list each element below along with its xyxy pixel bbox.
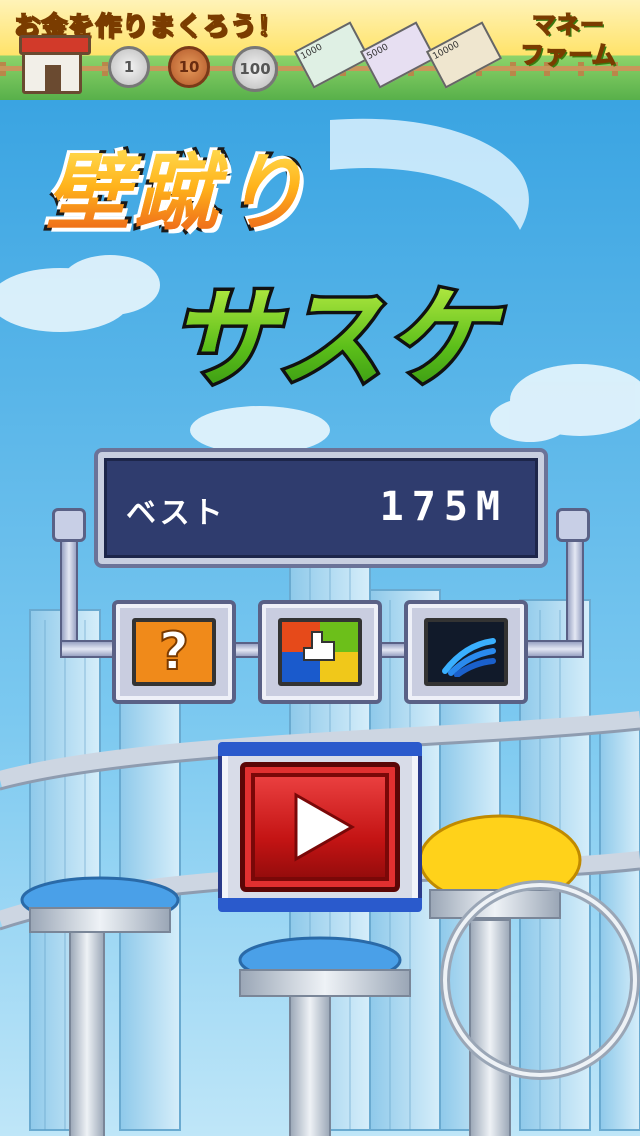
pipe-joint-left bbox=[52, 508, 86, 542]
bill-10000-icon: 10000 bbox=[425, 21, 503, 89]
pipe-left bbox=[60, 528, 78, 648]
game-title-line1: 壁蹴り bbox=[46, 138, 476, 248]
best-score-panel: ベスト 175M bbox=[98, 452, 544, 564]
pipe-left-bottom bbox=[60, 640, 120, 658]
pipe-joint-right bbox=[556, 508, 590, 542]
logo-line2: ファーム bbox=[520, 40, 617, 70]
pipe-right bbox=[566, 528, 584, 648]
share-button[interactable] bbox=[258, 600, 382, 704]
ad-banner[interactable]: お金を作りまくろう！ 1 10 100 1000 5000 10000 マネー … bbox=[0, 0, 640, 100]
share-icon-art bbox=[282, 631, 358, 682]
best-label: ベスト bbox=[126, 496, 226, 531]
bank-building-icon bbox=[19, 35, 91, 94]
coin-100-icon: 100 bbox=[232, 46, 278, 92]
best-value: 175M bbox=[379, 484, 508, 530]
pipe-right-bottom bbox=[524, 640, 584, 658]
signal-icon-art bbox=[442, 638, 496, 677]
coin-1-icon: 1 bbox=[108, 46, 150, 88]
play-icon bbox=[294, 792, 356, 862]
help-button[interactable]: ? bbox=[112, 600, 236, 704]
share-icon bbox=[278, 618, 362, 686]
bill-5000-icon: 5000 bbox=[359, 21, 437, 89]
coin-10-icon: 10 bbox=[168, 46, 210, 88]
play-button[interactable] bbox=[240, 762, 400, 892]
signal-button[interactable] bbox=[404, 600, 528, 704]
bill-1000-icon: 1000 bbox=[293, 21, 371, 89]
game-title-line2: サスケ bbox=[168, 270, 598, 410]
signal-icon bbox=[424, 618, 508, 686]
question-glyph: ? bbox=[158, 621, 190, 683]
money-farm-logo: マネー ファーム bbox=[502, 10, 634, 96]
logo-line1: マネー bbox=[531, 10, 605, 40]
play-button-frame[interactable] bbox=[218, 742, 422, 912]
question-icon: ? bbox=[132, 618, 216, 686]
